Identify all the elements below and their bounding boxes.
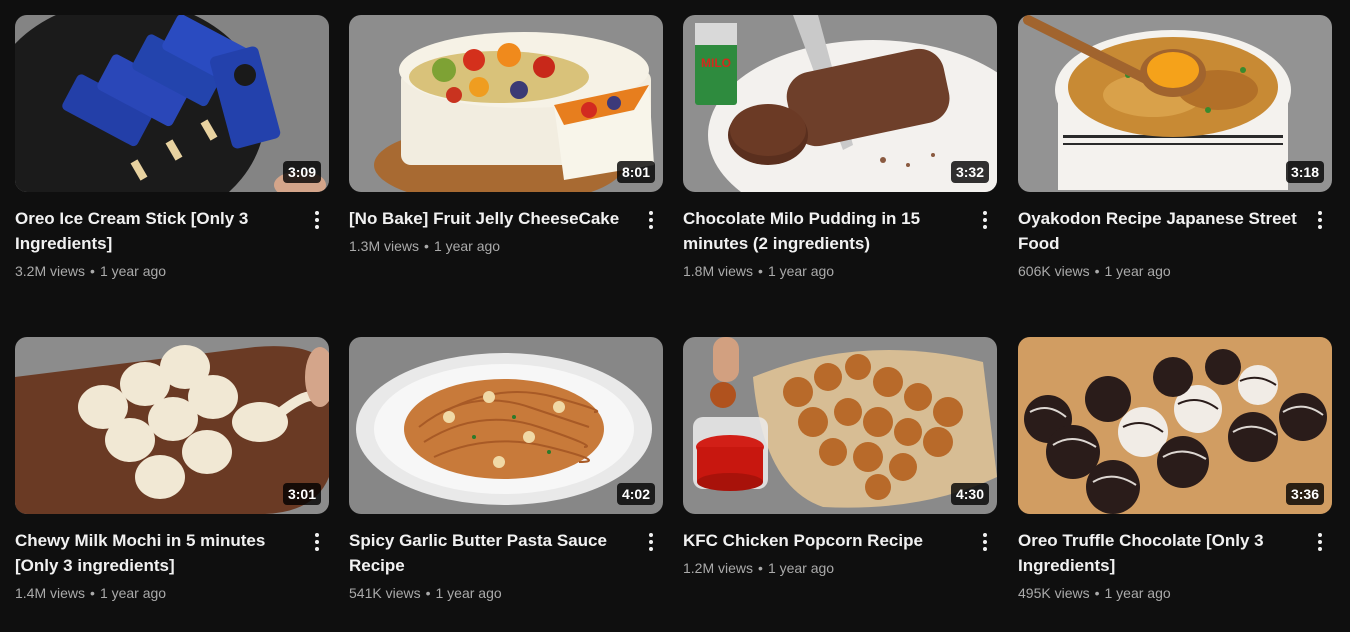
separator-dot: • xyxy=(90,263,95,279)
video-meta: Spicy Garlic Butter Pasta Sauce Recipe 5… xyxy=(349,514,663,603)
oreo-ice-cream-thumbnail-icon xyxy=(15,15,329,192)
upload-age: 1 year ago xyxy=(1104,585,1171,601)
video-title[interactable]: KFC Chicken Popcorn Recipe xyxy=(683,528,963,553)
video-thumbnail[interactable]: 4:30 xyxy=(683,337,997,514)
duration-badge: 4:30 xyxy=(950,483,989,505)
video-grid: 3:09 Oreo Ice Cream Stick [Only 3 Ingred… xyxy=(0,0,1350,632)
separator-dot: • xyxy=(425,585,431,601)
upload-age: 1 year ago xyxy=(433,238,501,254)
upload-age: 1 year ago xyxy=(767,263,835,279)
duration-badge: 8:01 xyxy=(616,161,655,183)
duration-badge: 3:01 xyxy=(282,483,321,505)
more-actions-icon[interactable] xyxy=(973,530,997,554)
view-count: 541K views xyxy=(349,585,421,601)
separator-dot: • xyxy=(1094,585,1100,601)
duration-badge: 3:36 xyxy=(1285,483,1324,505)
upload-age: 1 year ago xyxy=(435,585,502,601)
video-meta: Oreo Truffle Chocolate [Only 3 Ingredien… xyxy=(1018,514,1332,603)
view-count: 1.8M views xyxy=(683,263,754,279)
view-count: 1.3M views xyxy=(349,238,420,254)
video-stats: 3.2M views • 1 year ago xyxy=(15,261,295,281)
more-actions-icon[interactable] xyxy=(973,208,997,232)
video-title[interactable]: Oyakodon Recipe Japanese Street Food xyxy=(1018,206,1298,256)
video-stats: 541K views • 1 year ago xyxy=(349,583,629,603)
video-thumbnail[interactable]: 4:02 xyxy=(349,337,663,514)
video-card: 3:36 Oreo Truffle Chocolate [Only 3 Ingr… xyxy=(1018,337,1332,603)
separator-dot: • xyxy=(758,263,763,279)
more-actions-icon[interactable] xyxy=(1308,208,1332,232)
more-actions-icon[interactable] xyxy=(305,530,329,554)
video-stats: 606K views • 1 year ago xyxy=(1018,261,1298,281)
duration-badge: 3:18 xyxy=(1285,161,1324,183)
upload-age: 1 year ago xyxy=(1104,263,1171,279)
milo-brand-text: MILO xyxy=(701,56,731,70)
video-meta: KFC Chicken Popcorn Recipe 1.2M views • 1 … xyxy=(683,514,997,578)
upload-age: 1 year ago xyxy=(99,263,167,279)
view-count: 3.2M views xyxy=(15,263,86,279)
video-thumbnail[interactable]: 3:18 xyxy=(1018,15,1332,192)
video-title[interactable]: Oreo Truffle Chocolate [Only 3 Ingredien… xyxy=(1018,528,1298,578)
video-meta: Chewy Milk Mochi in 5 minutes [Only 3 in… xyxy=(15,514,329,603)
oreo-truffle-thumbnail-icon xyxy=(1018,337,1332,514)
video-thumbnail[interactable]: MILO 3:32 xyxy=(683,15,997,192)
view-count: 1.4M views xyxy=(15,585,86,601)
video-meta: Oreo Ice Cream Stick [Only 3 Ingredients… xyxy=(15,192,329,281)
milk-mochi-thumbnail-icon xyxy=(15,337,329,514)
video-meta: Oyakodon Recipe Japanese Street Food 606… xyxy=(1018,192,1332,281)
garlic-pasta-thumbnail-icon xyxy=(349,337,663,514)
duration-badge: 3:32 xyxy=(950,161,989,183)
separator-dot: • xyxy=(1094,263,1100,279)
video-title[interactable]: Chewy Milk Mochi in 5 minutes [Only 3 in… xyxy=(15,528,295,578)
video-thumbnail[interactable]: 8:01 xyxy=(349,15,663,192)
video-thumbnail[interactable]: 3:36 xyxy=(1018,337,1332,514)
video-card: 3:18 Oyakodon Recipe Japanese Street Foo… xyxy=(1018,15,1332,281)
separator-dot: • xyxy=(90,585,95,601)
video-card: MILO 3:32 Chocolate Milo Pudding in 15 m… xyxy=(683,15,997,281)
more-actions-icon[interactable] xyxy=(305,208,329,232)
video-card: 8:01 [No Bake] Fruit Jelly CheeseCake 1.… xyxy=(349,15,663,256)
view-count: 606K views xyxy=(1018,263,1090,279)
oyakodon-thumbnail-icon xyxy=(1018,15,1332,192)
video-card: 3:09 Oreo Ice Cream Stick [Only 3 Ingred… xyxy=(15,15,329,281)
video-thumbnail[interactable]: 3:01 xyxy=(15,337,329,514)
video-title[interactable]: Oreo Ice Cream Stick [Only 3 Ingredients… xyxy=(15,206,295,256)
milo-pudding-thumbnail-icon: MILO xyxy=(683,15,997,192)
fruit-jelly-cheesecake-thumbnail-icon xyxy=(349,15,663,192)
video-stats: 1.8M views • 1 year ago xyxy=(683,261,963,281)
upload-age: 1 year ago xyxy=(99,585,167,601)
video-stats: 1.4M views • 1 year ago xyxy=(15,583,295,603)
video-card: 3:01 Chewy Milk Mochi in 5 minutes [Only… xyxy=(15,337,329,603)
separator-dot: • xyxy=(758,560,763,576)
video-stats: 1.3M views • 1 year ago xyxy=(349,236,629,256)
video-card: 4:30 KFC Chicken Popcorn Recipe 1.2M vie… xyxy=(683,337,997,578)
more-actions-icon[interactable] xyxy=(1308,530,1332,554)
more-actions-icon[interactable] xyxy=(639,208,663,232)
video-title[interactable]: Spicy Garlic Butter Pasta Sauce Recipe xyxy=(349,528,629,578)
video-card: 4:02 Spicy Garlic Butter Pasta Sauce Rec… xyxy=(349,337,663,603)
video-meta: [No Bake] Fruit Jelly CheeseCake 1.3M vi… xyxy=(349,192,663,256)
chicken-popcorn-thumbnail-icon xyxy=(683,337,997,514)
video-meta: Chocolate Milo Pudding in 15 minutes (2 … xyxy=(683,192,997,281)
video-title[interactable]: Chocolate Milo Pudding in 15 minutes (2 … xyxy=(683,206,963,256)
video-title[interactable]: [No Bake] Fruit Jelly CheeseCake xyxy=(349,206,629,231)
upload-age: 1 year ago xyxy=(767,560,835,576)
video-stats: 495K views • 1 year ago xyxy=(1018,583,1298,603)
duration-badge: 4:02 xyxy=(616,483,655,505)
separator-dot: • xyxy=(424,238,429,254)
view-count: 495K views xyxy=(1018,585,1090,601)
more-actions-icon[interactable] xyxy=(639,530,663,554)
view-count: 1.2M views xyxy=(683,560,754,576)
duration-badge: 3:09 xyxy=(282,161,321,183)
video-thumbnail[interactable]: 3:09 xyxy=(15,15,329,192)
video-stats: 1.2M views • 1 year ago xyxy=(683,558,963,578)
